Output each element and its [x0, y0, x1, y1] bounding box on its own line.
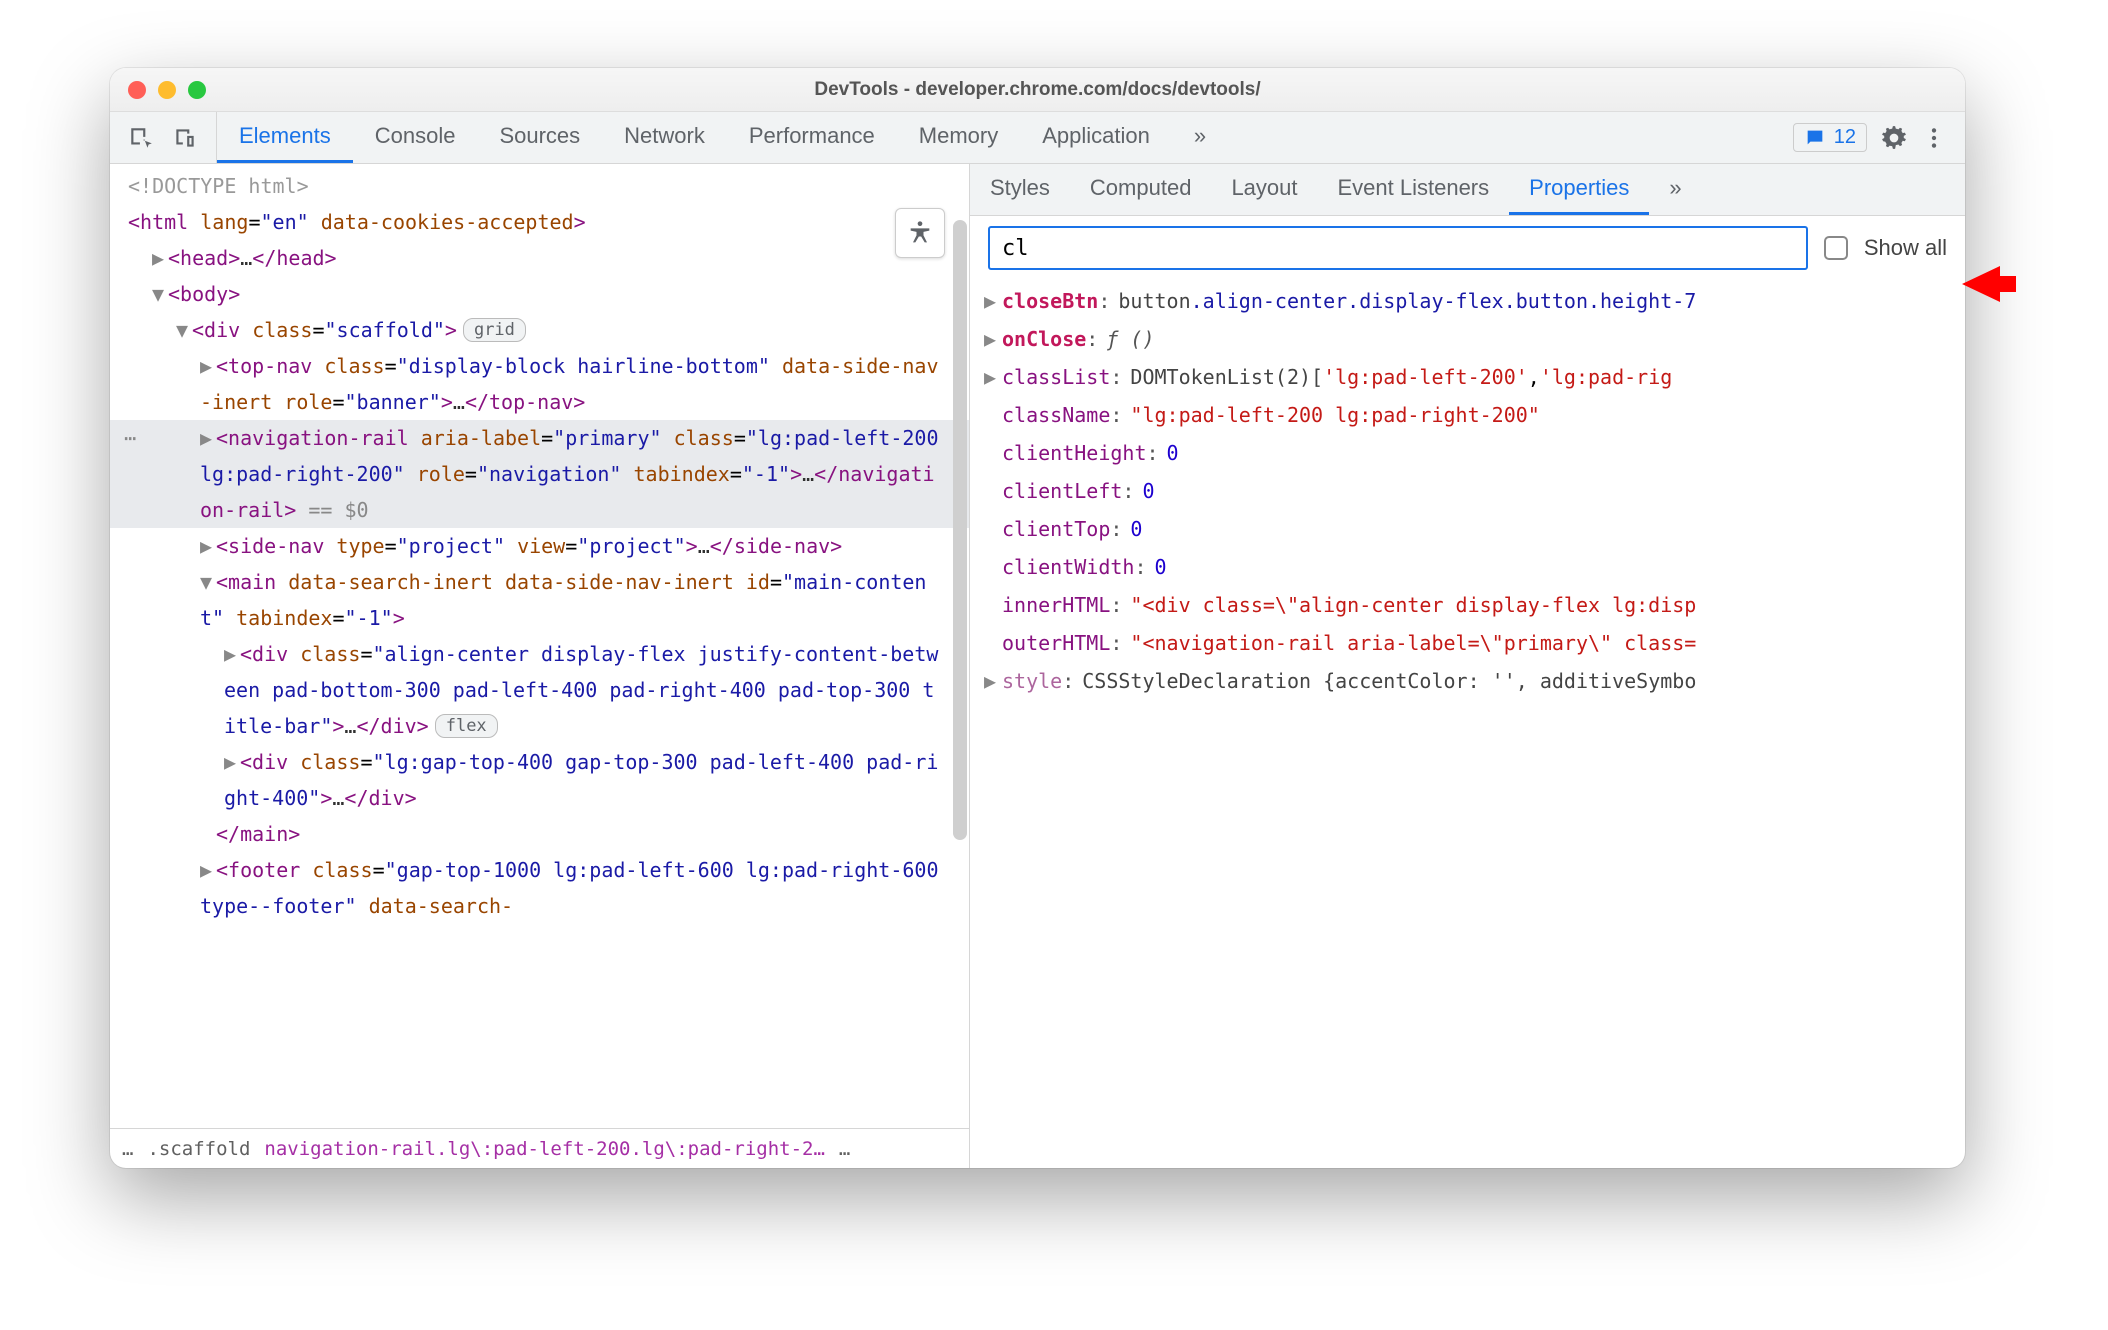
breadcrumb-overflow-right-icon[interactable]: …	[839, 1131, 850, 1167]
sidebar-tabs: Styles Computed Layout Event Listeners P…	[970, 164, 1965, 216]
properties-list[interactable]: ▶closeBtn: button.align-center.display-f…	[970, 280, 1965, 700]
annotation-arrow-icon	[1960, 254, 2020, 314]
dom-footer[interactable]: ▶<footer class="gap-top-1000 lg:pad-left…	[128, 852, 969, 924]
tab-network[interactable]: Network	[602, 112, 727, 163]
selected-node-actions-icon[interactable]: ⋯	[124, 420, 136, 456]
dom-scrollbar[interactable]	[953, 220, 967, 840]
prop-style[interactable]: ▶style: CSSStyleDeclaration {accentColor…	[984, 662, 1965, 700]
main-tabs: Elements Console Sources Network Perform…	[217, 112, 1228, 163]
dom-sidenav[interactable]: ▶<side-nav type="project" view="project"…	[128, 528, 969, 564]
prop-clienttop[interactable]: clientTop: 0	[984, 510, 1965, 548]
tab-sources[interactable]: Sources	[477, 112, 602, 163]
breadcrumb-item[interactable]: .scaffold	[147, 1131, 250, 1167]
dom-main-close[interactable]: </main>	[128, 816, 969, 852]
dom-tree[interactable]: <!DOCTYPE html> <html lang="en" data-coo…	[110, 164, 969, 1128]
layout-badge-flex[interactable]: flex	[435, 714, 498, 738]
properties-filter-row: Show all	[970, 216, 1965, 280]
kebab-menu-icon[interactable]	[1921, 125, 1947, 151]
tab-performance[interactable]: Performance	[727, 112, 897, 163]
dom-div-titlebar[interactable]: ▶<div class="align-center display-flex j…	[128, 636, 969, 744]
zoom-window-button[interactable]	[188, 81, 206, 99]
dom-breadcrumb[interactable]: … .scaffold navigation-rail.lg\:pad-left…	[110, 1128, 969, 1168]
tab-application[interactable]: Application	[1020, 112, 1172, 163]
titlebar: DevTools - developer.chrome.com/docs/dev…	[110, 68, 1965, 112]
properties-filter-input[interactable]	[988, 226, 1808, 270]
show-all-label: Show all	[1864, 235, 1947, 261]
breadcrumb-item-selected[interactable]: navigation-rail.lg\:pad-left-200.lg\:pad…	[264, 1131, 825, 1167]
tab-console[interactable]: Console	[353, 112, 478, 163]
issues-icon	[1804, 127, 1826, 149]
dom-topnav[interactable]: ▶<top-nav class="display-block hairline-…	[128, 348, 969, 420]
dom-body[interactable]: ▼<body>	[128, 276, 969, 312]
inspect-icon[interactable]	[128, 125, 154, 151]
prop-classlist[interactable]: ▶classList: DOMTokenList(2) ['lg:pad-lef…	[984, 358, 1965, 396]
dom-scaffold[interactable]: ▼<div class="scaffold">grid	[128, 312, 969, 348]
main-split: <!DOCTYPE html> <html lang="en" data-coo…	[110, 164, 1965, 1168]
main-toolbar: Elements Console Sources Network Perform…	[110, 112, 1965, 164]
dom-head[interactable]: ▶<head>…</head>	[128, 240, 969, 276]
breadcrumb-overflow-left-icon[interactable]: …	[122, 1131, 133, 1167]
tabs-overflow-icon[interactable]: »	[1172, 112, 1228, 163]
device-toggle-icon[interactable]	[172, 125, 198, 151]
toolbar-inspect-group	[110, 112, 217, 163]
dom-html-open[interactable]: <html lang="en" data-cookies-accepted>	[128, 204, 969, 240]
dom-doctype: <!DOCTYPE html>	[128, 168, 969, 204]
sidebar-tab-computed[interactable]: Computed	[1070, 164, 1212, 215]
close-window-button[interactable]	[128, 81, 146, 99]
sidebar-tab-styles[interactable]: Styles	[970, 164, 1070, 215]
tab-memory[interactable]: Memory	[897, 112, 1020, 163]
issues-button[interactable]: 12	[1793, 123, 1867, 152]
show-all-checkbox[interactable]	[1824, 236, 1848, 260]
sidebar-tab-eventlisteners[interactable]: Event Listeners	[1318, 164, 1510, 215]
prop-clientwidth[interactable]: clientWidth: 0	[984, 548, 1965, 586]
accessibility-button[interactable]	[895, 208, 945, 258]
issues-count: 12	[1834, 126, 1856, 149]
devtools-window: DevTools - developer.chrome.com/docs/dev…	[110, 68, 1965, 1168]
prop-clientleft[interactable]: clientLeft: 0	[984, 472, 1965, 510]
prop-onclose[interactable]: ▶onClose: ƒ ()	[984, 320, 1965, 358]
sidebar-tabs-overflow-icon[interactable]: »	[1649, 164, 1701, 215]
dom-selected-node[interactable]: ⋯ ▶<navigation-rail aria-label="primary"…	[110, 420, 969, 528]
sidebar-panel: Styles Computed Layout Event Listeners P…	[970, 164, 1965, 1168]
prop-closebtn[interactable]: ▶closeBtn: button.align-center.display-f…	[984, 282, 1965, 320]
toolbar-right: 12	[1775, 112, 1965, 163]
prop-outerhtml[interactable]: outerHTML: "<navigation-rail aria-label=…	[984, 624, 1965, 662]
prop-classname[interactable]: className: "lg:pad-left-200 lg:pad-right…	[984, 396, 1965, 434]
elements-dom-panel[interactable]: <!DOCTYPE html> <html lang="en" data-coo…	[110, 164, 970, 1168]
window-title: DevTools - developer.chrome.com/docs/dev…	[110, 79, 1965, 101]
layout-badge-grid[interactable]: grid	[463, 318, 526, 342]
settings-gear-icon[interactable]	[1881, 125, 1907, 151]
accessibility-icon	[906, 219, 934, 247]
sidebar-tab-layout[interactable]: Layout	[1211, 164, 1317, 215]
prop-innerhtml[interactable]: innerHTML: "<div class=\"align-center di…	[984, 586, 1965, 624]
minimize-window-button[interactable]	[158, 81, 176, 99]
tab-elements[interactable]: Elements	[217, 112, 353, 163]
sidebar-tab-properties[interactable]: Properties	[1509, 164, 1649, 215]
traffic-lights	[128, 81, 206, 99]
dom-main[interactable]: ▼<main data-search-inert data-side-nav-i…	[128, 564, 969, 636]
dom-div-gap[interactable]: ▶<div class="lg:gap-top-400 gap-top-300 …	[128, 744, 969, 816]
prop-clientheight[interactable]: clientHeight: 0	[984, 434, 1965, 472]
